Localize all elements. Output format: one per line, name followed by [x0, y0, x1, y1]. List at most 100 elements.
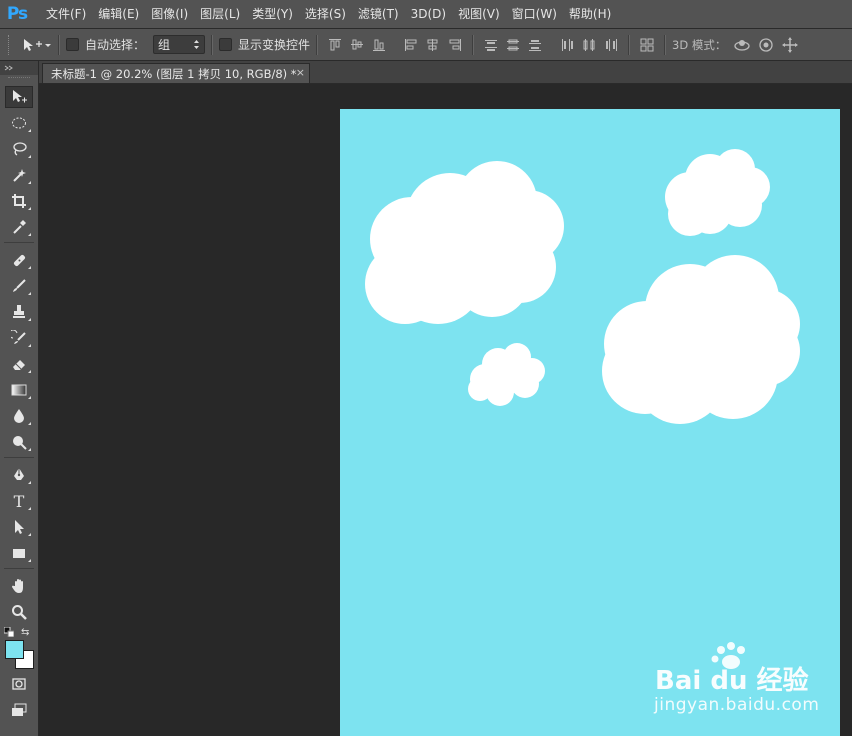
align-left-icon[interactable]: [403, 37, 419, 53]
path-select-icon: [15, 520, 24, 534]
divider: [316, 34, 319, 55]
default-colors-icon[interactable]: [4, 627, 14, 637]
move-tool-icon: [24, 38, 42, 51]
menu-file[interactable]: 文件(F): [40, 0, 92, 28]
close-icon[interactable]: ×: [296, 66, 305, 79]
zoom-tool-button[interactable]: [5, 601, 33, 623]
align-right-icon[interactable]: [447, 37, 463, 53]
3d-pan-icon[interactable]: [781, 36, 799, 54]
eraser-icon: [13, 360, 25, 370]
swap-colors-icon[interactable]: ⇆: [21, 627, 29, 638]
eraser-tool-button[interactable]: [5, 353, 33, 375]
type-icon: T: [13, 491, 25, 511]
collapse-icon: [4, 65, 13, 71]
align-bottom-icon[interactable]: [371, 37, 387, 53]
align-top-icon[interactable]: [327, 37, 343, 53]
eyedropper-icon: [13, 220, 26, 234]
menu-3d[interactable]: 3D(D): [405, 0, 452, 28]
divider: [211, 34, 214, 55]
tool-divider: [4, 568, 34, 569]
tools-panel: T ⇆: [0, 61, 39, 736]
bandage-icon: [13, 254, 26, 267]
options-bar: 自动选择： 组 显示变换控件 3D 模式：: [0, 29, 852, 61]
stamp-icon: [13, 305, 25, 318]
divider: [664, 34, 667, 55]
tool-divider: [4, 242, 34, 243]
history-brush-icon: [11, 330, 26, 344]
watermark-brand: Bai du 经验: [655, 666, 809, 696]
align-vcenter-icon[interactable]: [349, 37, 365, 53]
auto-select-value: 组: [158, 38, 171, 52]
menu-select[interactable]: 选择(S): [299, 0, 352, 28]
menu-items: 文件(F) 编辑(E) 图像(I) 图层(L) 类型(Y) 选择(S) 滤镜(T…: [40, 0, 617, 28]
show-transform-checkbox[interactable]: [219, 38, 233, 51]
auto-align-layers-icon[interactable]: [639, 37, 655, 53]
distribute-right-icon[interactable]: [603, 37, 619, 53]
screen-mode-button[interactable]: [5, 699, 33, 721]
quick-mask-button[interactable]: [5, 673, 33, 695]
pen-tool-button[interactable]: [5, 464, 33, 486]
rectangle-tool-button[interactable]: [5, 542, 33, 564]
canvas-workspace[interactable]: [39, 84, 852, 736]
gradient-tool-button[interactable]: [5, 379, 33, 401]
foreground-color-swatch[interactable]: [5, 640, 24, 659]
marquee-tool-button[interactable]: [5, 112, 33, 134]
photoshop-logo: Ps: [6, 4, 28, 24]
hand-tool-button[interactable]: [5, 575, 33, 597]
auto-select-checkbox[interactable]: [66, 38, 79, 51]
panel-grip[interactable]: [8, 77, 30, 84]
gradient-icon: [11, 384, 27, 396]
distribute-top-icon[interactable]: [483, 37, 499, 53]
quick-mask-icon: [12, 678, 26, 690]
clone-stamp-tool-button[interactable]: [5, 301, 33, 323]
3d-mode-label: 3D 模式：: [672, 37, 727, 52]
menu-type[interactable]: 类型(Y): [246, 0, 299, 28]
menu-edit[interactable]: 编辑(E): [92, 0, 145, 28]
move-tool-button[interactable]: [5, 86, 33, 108]
ellipse-marquee-icon: [12, 117, 26, 129]
document-tab-bar: 未标题-1 @ 20.2% (图层 1 拷贝 10, RGB/8) * ×: [39, 61, 852, 84]
history-brush-tool-button[interactable]: [5, 327, 33, 349]
magic-wand-tool-button[interactable]: [5, 164, 33, 186]
3d-roll-icon[interactable]: [757, 36, 775, 54]
divider: [472, 34, 475, 55]
updown-arrow-icon: [194, 40, 200, 49]
menu-bar: Ps 文件(F) 编辑(E) 图像(I) 图层(L) 类型(Y) 选择(S) 滤…: [0, 0, 852, 29]
crop-tool-button[interactable]: [5, 190, 33, 212]
watermark-url: jingyan.baidu.com: [654, 695, 820, 715]
auto-select-dropdown[interactable]: 组: [153, 35, 206, 54]
path-selection-tool-button[interactable]: [5, 516, 33, 538]
drop-icon: [14, 409, 24, 423]
magic-wand-icon: [13, 169, 26, 182]
align-hcenter-icon[interactable]: [425, 37, 441, 53]
tool-preset-picker[interactable]: [22, 38, 52, 52]
eyedropper-tool-button[interactable]: [5, 216, 33, 238]
document-tab[interactable]: 未标题-1 @ 20.2% (图层 1 拷贝 10, RGB/8) * ×: [42, 63, 310, 83]
distribute-hcenter-icon[interactable]: [581, 37, 597, 53]
menu-view[interactable]: 视图(V): [452, 0, 506, 28]
menu-layer[interactable]: 图层(L): [194, 0, 246, 28]
tools-panel-header[interactable]: [0, 61, 38, 75]
options-grip[interactable]: [8, 34, 12, 55]
menu-window[interactable]: 窗口(W): [506, 0, 563, 28]
distribute-bottom-icon[interactable]: [527, 37, 543, 53]
menu-help[interactable]: 帮助(H): [563, 0, 617, 28]
menu-filter[interactable]: 滤镜(T): [352, 0, 405, 28]
divider: [58, 34, 60, 55]
blur-tool-button[interactable]: [5, 405, 33, 427]
healing-brush-tool-button[interactable]: [5, 249, 33, 271]
document-tab-title: 未标题-1 @ 20.2% (图层 1 拷贝 10, RGB/8) *: [51, 66, 297, 81]
auto-select-label: 自动选择：: [85, 38, 146, 52]
3d-orbit-icon[interactable]: [733, 36, 751, 54]
rectangle-icon: [13, 549, 25, 558]
dodge-tool-button[interactable]: [5, 431, 33, 453]
menu-image[interactable]: 图像(I): [145, 0, 194, 28]
screen-mode-icon: [12, 703, 27, 716]
dodge-icon: [13, 436, 27, 450]
type-tool-button[interactable]: T: [5, 490, 33, 512]
distribute-vcenter-icon[interactable]: [505, 37, 521, 53]
brush-tool-button[interactable]: [5, 275, 33, 297]
lasso-tool-button[interactable]: [5, 138, 33, 160]
zoom-icon: [12, 605, 27, 620]
distribute-left-icon[interactable]: [559, 37, 575, 53]
